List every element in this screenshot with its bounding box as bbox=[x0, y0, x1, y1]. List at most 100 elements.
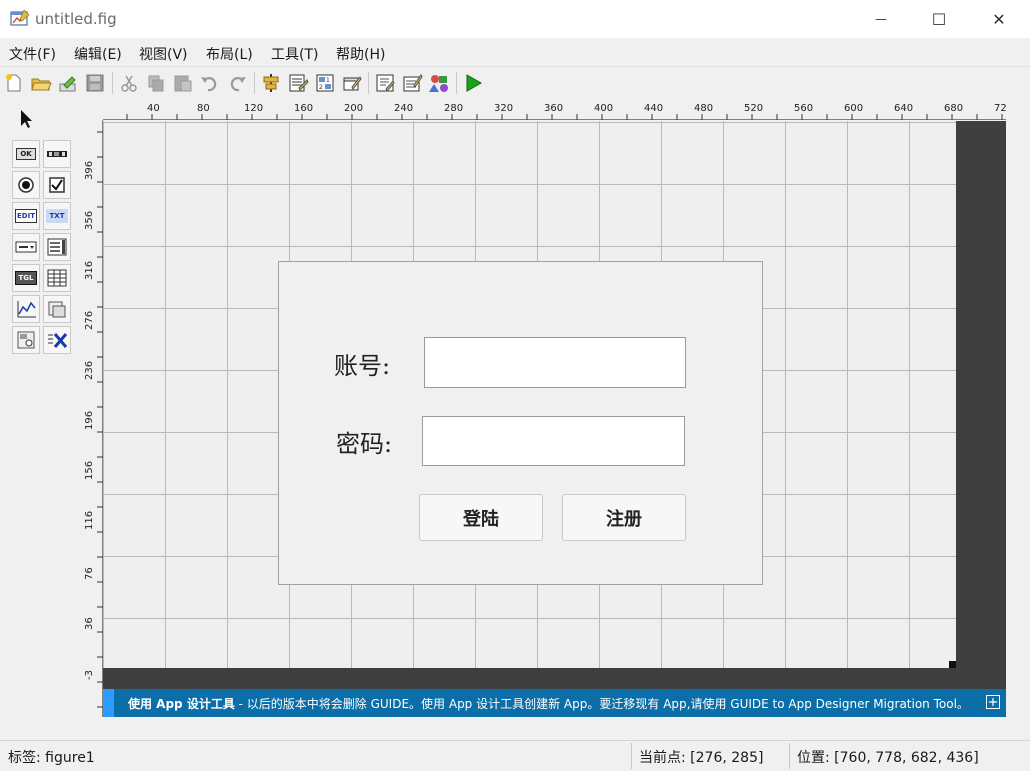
login-button[interactable]: 登陆 bbox=[419, 494, 543, 541]
ruler-x-tick: 120 bbox=[244, 103, 264, 114]
svg-text:1: 1 bbox=[326, 77, 330, 84]
cut-icon[interactable] bbox=[118, 72, 140, 94]
panel-icon bbox=[48, 301, 66, 318]
maximize-icon: ☐ bbox=[931, 9, 947, 29]
ruler-y-tick: 156 bbox=[84, 460, 95, 480]
status-divider bbox=[789, 743, 790, 769]
menu-help[interactable]: 帮助(H) bbox=[336, 44, 385, 64]
ruler-x-tick: 400 bbox=[594, 103, 614, 114]
menu-edit[interactable]: 编辑(E) bbox=[74, 44, 122, 64]
toolbar-separator bbox=[456, 72, 457, 94]
run-icon[interactable] bbox=[462, 72, 484, 94]
ruler-x-tick: 640 bbox=[894, 103, 914, 114]
select-tool[interactable] bbox=[12, 105, 40, 133]
password-label[interactable]: 密码: bbox=[336, 424, 392, 459]
editor-icon[interactable] bbox=[374, 72, 396, 94]
palette-slider[interactable] bbox=[43, 140, 71, 168]
palette-push-button[interactable]: OK bbox=[12, 140, 40, 168]
banner-bold-text[interactable]: 使用 App 设计工具 bbox=[128, 697, 235, 711]
title-bar: untitled.fig — ☐ ✕ bbox=[0, 0, 1030, 38]
ruler-y-tick: 196 bbox=[84, 410, 95, 430]
copy-icon[interactable] bbox=[145, 72, 167, 94]
close-button[interactable]: ✕ bbox=[970, 0, 1028, 38]
ruler-x-tick: 240 bbox=[394, 103, 414, 114]
status-divider bbox=[631, 743, 632, 769]
open-folder-icon[interactable] bbox=[30, 72, 52, 94]
tab-order-editor-icon[interactable]: 12 bbox=[314, 72, 336, 94]
palette-edit-text[interactable]: EDIT bbox=[12, 202, 40, 230]
register-button[interactable]: 注册 bbox=[562, 494, 686, 541]
export-icon[interactable] bbox=[57, 72, 79, 94]
horizontal-ruler: 40 80 120 160 200 240 280 320 360 400 44… bbox=[103, 100, 1007, 120]
menu-view[interactable]: 视图(V) bbox=[139, 44, 188, 64]
ruler-y-tick: 276 bbox=[84, 310, 95, 330]
button-group-icon bbox=[17, 331, 35, 349]
new-file-icon[interactable] bbox=[3, 72, 25, 94]
palette-radio-button[interactable] bbox=[12, 171, 40, 199]
login-panel[interactable]: 账号: 密码: 登陆 注册 bbox=[278, 261, 763, 585]
account-label[interactable]: 账号: bbox=[334, 346, 390, 381]
redo-icon[interactable] bbox=[226, 72, 248, 94]
ruler-x-tick: 40 bbox=[147, 103, 160, 114]
palette-toggle-button[interactable]: TGL bbox=[12, 264, 40, 292]
palette-table[interactable] bbox=[43, 264, 71, 292]
slider-icon bbox=[47, 151, 67, 157]
axes-icon bbox=[17, 301, 36, 318]
palette-popup-menu[interactable] bbox=[12, 233, 40, 261]
password-input[interactable] bbox=[422, 416, 685, 466]
save-icon[interactable] bbox=[84, 72, 106, 94]
toolbar-editor-icon[interactable] bbox=[341, 72, 363, 94]
status-current-point: 当前点: [276, 285] bbox=[639, 750, 764, 766]
banner-text: - 以后的版本中将会删除 GUIDE。使用 App 设计工具创建新 App。要迁… bbox=[234, 697, 969, 711]
menu-bar: 文件(F) 编辑(E) 视图(V) 布局(L) 工具(T) 帮助(H) bbox=[0, 38, 1030, 66]
ruler-x-tick: 72 bbox=[994, 103, 1007, 114]
menu-layout[interactable]: 布局(L) bbox=[206, 44, 253, 64]
static-text-icon: TXT bbox=[46, 209, 68, 223]
palette-axes[interactable] bbox=[12, 295, 40, 323]
toolbar-separator bbox=[112, 72, 113, 94]
property-inspector-icon[interactable] bbox=[401, 72, 423, 94]
palette-panel[interactable] bbox=[43, 295, 71, 323]
palette-static-text[interactable]: TXT bbox=[43, 202, 71, 230]
status-bar: 标签: figure1 当前点: [276, 285] 位置: [760, 77… bbox=[0, 740, 1030, 771]
minimize-button[interactable]: — bbox=[852, 0, 910, 38]
toolbar: 12 bbox=[0, 66, 1030, 98]
canvas-out-of-bounds-right bbox=[956, 121, 1006, 689]
toolbar-separator bbox=[254, 72, 255, 94]
ruler-x-tick: 480 bbox=[694, 103, 714, 114]
push-button-icon: OK bbox=[16, 148, 36, 160]
align-objects-icon[interactable] bbox=[260, 72, 282, 94]
ruler-y-tick: -3 bbox=[84, 670, 95, 680]
ruler-x-tick: 560 bbox=[794, 103, 814, 114]
maximize-button[interactable]: ☐ bbox=[910, 0, 968, 38]
app-designer-banner: 使用 App 设计工具 - 以后的版本中将会删除 GUIDE。使用 App 设计… bbox=[103, 689, 1006, 717]
object-browser-icon[interactable] bbox=[428, 72, 450, 94]
ruler-y-tick: 396 bbox=[84, 160, 95, 180]
account-input[interactable] bbox=[424, 337, 686, 388]
paste-icon[interactable] bbox=[172, 72, 194, 94]
expand-icon[interactable] bbox=[986, 695, 1000, 709]
window-title: untitled.fig bbox=[35, 10, 117, 28]
ruler-x-tick: 600 bbox=[844, 103, 864, 114]
listbox-icon bbox=[47, 238, 67, 256]
menu-tools[interactable]: 工具(T) bbox=[271, 44, 318, 64]
undo-icon[interactable] bbox=[199, 72, 221, 94]
svg-text:2: 2 bbox=[319, 84, 323, 91]
ruler-x-tick: 520 bbox=[744, 103, 764, 114]
menu-file[interactable]: 文件(F) bbox=[9, 44, 56, 64]
palette-activex[interactable] bbox=[43, 326, 71, 354]
ruler-y-tick: 356 bbox=[84, 210, 95, 230]
palette-checkbox[interactable] bbox=[43, 171, 71, 199]
banner-message: 使用 App 设计工具 - 以后的版本中将会删除 GUIDE。使用 App 设计… bbox=[128, 695, 969, 712]
menu-editor-icon[interactable] bbox=[287, 72, 309, 94]
palette-button-group[interactable] bbox=[12, 326, 40, 354]
ruler-x-tick: 320 bbox=[494, 103, 514, 114]
ruler-y-tick: 316 bbox=[84, 260, 95, 280]
ruler-x-tick: 160 bbox=[294, 103, 314, 114]
vertical-ruler: 396 356 316 276 236 196 156 116 76 36 -3 bbox=[80, 120, 103, 717]
ruler-x-tick: 80 bbox=[197, 103, 210, 114]
edit-text-icon: EDIT bbox=[15, 209, 37, 223]
palette-listbox[interactable] bbox=[43, 233, 71, 261]
ruler-x-tick: 360 bbox=[544, 103, 564, 114]
figure-resize-handle[interactable] bbox=[949, 661, 956, 668]
